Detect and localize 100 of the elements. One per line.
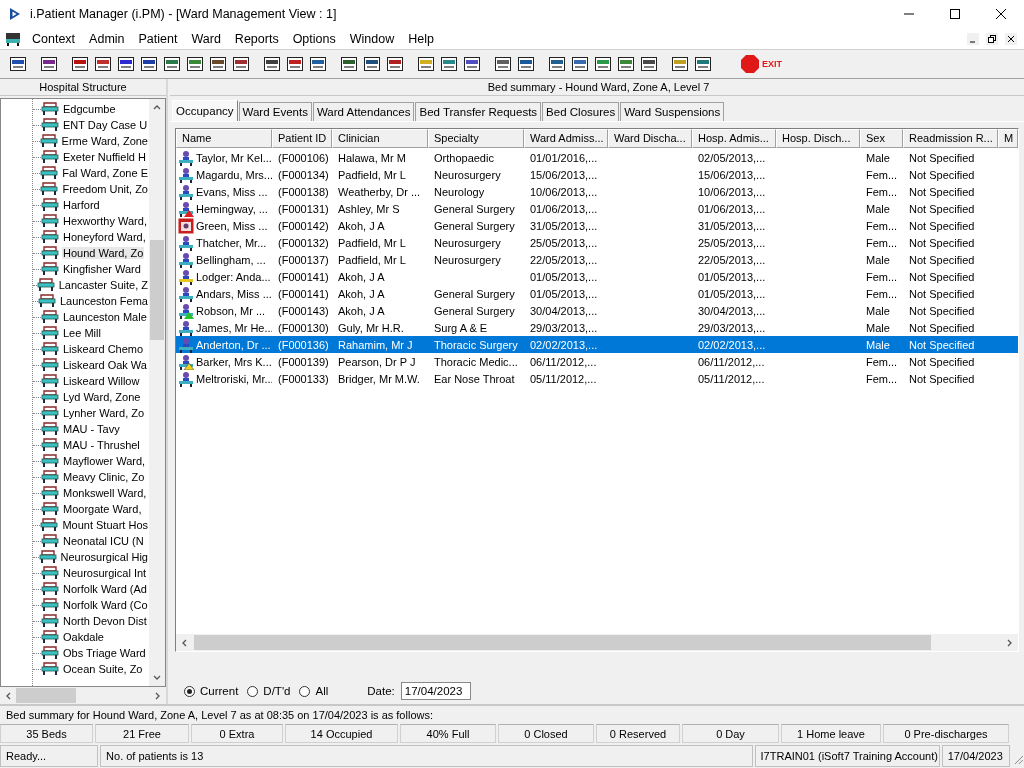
toolbar-icon[interactable]: [385, 54, 405, 74]
tree-item[interactable]: Erme Ward, Zone: [60, 135, 149, 147]
tree-item[interactable]: Liskeard Chemo: [62, 343, 145, 355]
table-row[interactable]: James, Mr He... (F000130) Guly, Mr H.R. Surg A & E 29/03/2013,... 29/03/2013,... Male Not Specified: [176, 319, 1018, 336]
maximize-icon[interactable]: [950, 9, 960, 19]
menu-item[interactable]: Admin: [82, 28, 132, 49]
table-row[interactable]: Robson, Mr ... (F000143) Akoh, J A General Surgery 30/04/2013,... 30/04/2013,... Male Not Specified: [176, 302, 1018, 319]
table-row[interactable]: Hemingway, ... (F000131) Ashley, Mr S General Surgery 01/06/2013,... 01/06/2013,... Male Not Specified: [176, 200, 1018, 217]
column-header[interactable]: Ward Discha...: [608, 129, 692, 148]
column-header[interactable]: Specialty: [428, 129, 524, 148]
table-row[interactable]: Thatcher, Mr... (F000132) Padfield, Mr L Neurosurgery 25/05/2013,... 25/05/2013,... Fem... Not Specified: [176, 234, 1018, 251]
menu-item[interactable]: Reports: [227, 28, 286, 49]
tab[interactable]: Occupancy: [172, 100, 238, 121]
table-row[interactable]: Green, Miss ... (F000142) Akoh, J A General Surgery 31/05/2013,... 31/05/2013,... Fem... Not Specified: [176, 217, 1018, 234]
tree-item[interactable]: Norfolk Ward (Ad: [62, 583, 148, 595]
menu-item[interactable]: Context: [25, 28, 83, 49]
tree-item[interactable]: Liskeard Willow: [62, 375, 141, 387]
toolbar-icon[interactable]: [462, 54, 482, 74]
scrollbar-thumb[interactable]: [150, 240, 164, 340]
scrollbar-thumb[interactable]: [194, 635, 931, 650]
tree-item[interactable]: Mount Stuart Hos: [61, 519, 149, 531]
tab[interactable]: Bed Closures: [542, 102, 620, 121]
radio-option[interactable]: All: [299, 685, 329, 697]
exit-label[interactable]: EXIT: [762, 59, 782, 69]
toolbar-icon[interactable]: [616, 54, 636, 74]
menu-item[interactable]: Patient: [131, 28, 185, 49]
column-header[interactable]: Hosp. Disch...: [776, 129, 860, 148]
toolbar-icon[interactable]: [262, 54, 282, 74]
close-icon[interactable]: [1005, 32, 1017, 45]
tree-item[interactable]: Lynher Ward, Zo: [62, 407, 146, 419]
scrollbar[interactable]: [176, 634, 1018, 651]
toolbar-icon[interactable]: [439, 54, 459, 74]
tree-item[interactable]: Meavy Clinic, Zo: [62, 471, 146, 483]
table-row[interactable]: Andars, Miss ... (F000141) Akoh, J A General Surgery 01/05/2013,... 01/05/2013,... Fem... Not Specified: [176, 285, 1018, 302]
toolbar-icon[interactable]: [670, 54, 690, 74]
toolbar-icon[interactable]: [516, 54, 536, 74]
tree-item[interactable]: Lyd Ward, Zone: [62, 391, 142, 403]
tree-item[interactable]: Mayflower Ward,: [62, 455, 147, 467]
tree-item[interactable]: MAU - Thrushel: [62, 439, 141, 451]
tree-item[interactable]: ENT Day Case U: [62, 119, 149, 131]
column-header[interactable]: Patient ID: [272, 129, 332, 148]
column-header[interactable]: Readmission R...: [903, 129, 998, 148]
resize-grip-icon[interactable]: [1012, 753, 1024, 765]
table-row[interactable]: Anderton, Dr ... (F000136) Rahamim, Mr J Thoracic Surgery 02/02/2013,... 02/02/2013,... Male Not Specified: [176, 336, 1018, 353]
toolbar-icon[interactable]: [493, 54, 513, 74]
tree-item[interactable]: Ocean Suite, Zo: [62, 663, 144, 675]
table-row[interactable]: Taylor, Mr Kel... (F000106) Halawa, Mr M Orthopaedic 01/01/2016,... 02/05/2013,... Male Not Specified: [176, 149, 1018, 166]
tree-item[interactable]: Freedom Unit, Zo: [61, 183, 149, 195]
toolbar-icon[interactable]: [39, 54, 59, 74]
tree-item[interactable]: Exeter Nuffield H: [62, 151, 147, 163]
toolbar-icon[interactable]: [116, 54, 136, 74]
tree-item[interactable]: Neurosurgical Int: [62, 567, 148, 579]
tree-item[interactable]: Liskeard Oak Wa: [62, 359, 148, 371]
column-header[interactable]: Sex: [860, 129, 903, 148]
toolbar-icon[interactable]: [362, 54, 382, 74]
tree-item[interactable]: Kingfisher Ward: [62, 263, 142, 275]
tree-item[interactable]: Lee Mill: [62, 327, 102, 339]
column-header[interactable]: Name: [176, 129, 272, 148]
tree-item[interactable]: Moorgate Ward,: [62, 503, 143, 515]
tree-item[interactable]: Harford: [62, 199, 101, 211]
tab[interactable]: Ward Events: [238, 102, 312, 121]
toolbar-icon[interactable]: [185, 54, 205, 74]
column-header[interactable]: Clinician: [332, 129, 428, 148]
column-header[interactable]: Hosp. Admis...: [692, 129, 776, 148]
date-field[interactable]: 17/04/2023: [400, 682, 471, 700]
toolbar-icon[interactable]: [339, 54, 359, 74]
tree-item[interactable]: Launceston Fema: [58, 295, 149, 307]
table-row[interactable]: Magardu, Mrs... (F000134) Padfield, Mr L Neurosurgery 15/06/2013,... 15/06/2013,... Fem... Not Specified: [176, 166, 1018, 183]
toolbar-icon[interactable]: [570, 54, 590, 74]
menu-item[interactable]: Window: [342, 28, 402, 49]
menu-item[interactable]: Help: [401, 28, 441, 49]
close-icon[interactable]: [996, 9, 1006, 19]
tree-item[interactable]: Launceston Male: [62, 311, 148, 323]
toolbar-icon[interactable]: [231, 54, 251, 74]
menu-item[interactable]: Ward: [184, 28, 228, 49]
tree-item[interactable]: Neurosurgical Hig: [59, 551, 149, 563]
bed-icon[interactable]: [5, 30, 21, 47]
column-header[interactable]: Ward Admiss...: [524, 129, 608, 148]
radio-option[interactable]: D/T'd: [247, 685, 291, 697]
minimize-icon[interactable]: [967, 32, 979, 45]
tree-item[interactable]: MAU - Tavy: [62, 423, 121, 435]
tree-item[interactable]: North Devon Dist: [62, 615, 148, 627]
table-row[interactable]: Barker, Mrs K... (F000139) Pearson, Dr P J Thoracic Medic... 06/11/2012,... 06/11/2012,... Fem... Not Specified: [176, 353, 1018, 370]
tree-item[interactable]: Lancaster Suite, Z: [57, 279, 149, 291]
toolbar-icon[interactable]: [416, 54, 436, 74]
toolbar-icon[interactable]: [8, 54, 28, 74]
tree-item[interactable]: Norfolk Ward (Co: [62, 599, 149, 611]
radio-option[interactable]: Current: [184, 685, 239, 697]
restore-icon[interactable]: [986, 32, 998, 45]
tree-item[interactable]: Neonatal ICU (N: [62, 535, 145, 547]
tree-item[interactable]: Hexworthy Ward,: [62, 215, 148, 227]
toolbar-icon[interactable]: [93, 54, 113, 74]
toolbar-icon[interactable]: [639, 54, 659, 74]
tree-item[interactable]: Obs Triage Ward: [62, 647, 147, 659]
tab[interactable]: Bed Transfer Requests: [415, 102, 542, 121]
tree-item[interactable]: Edgcumbe: [62, 103, 117, 115]
scrollbar[interactable]: [149, 99, 165, 686]
table-row[interactable]: Meltroriski, Mr... (F000133) Bridger, Mr M.W. Ear Nose Throat 05/11/2012,... 05/11/2012,... Fem... Not Specified: [176, 370, 1018, 387]
toolbar-icon[interactable]: [208, 54, 228, 74]
tree-item[interactable]: Fal Ward, Zone E: [61, 167, 149, 179]
